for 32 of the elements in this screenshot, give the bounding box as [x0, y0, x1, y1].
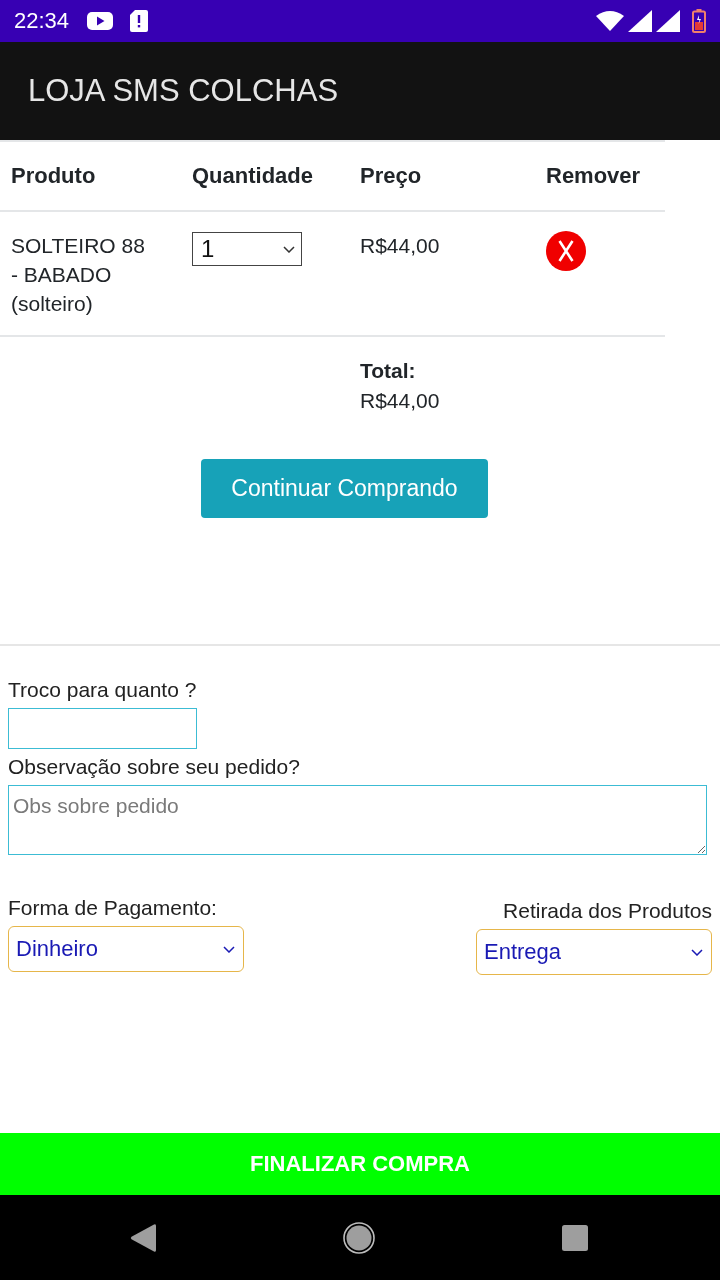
chevron-down-icon: [283, 245, 295, 253]
column-header: Produto: [10, 163, 97, 189]
price-text: R$44,00: [359, 233, 441, 259]
pickup-label: Retirada dos Produtos: [503, 898, 712, 924]
battery-icon: [692, 9, 706, 33]
wifi-icon: [596, 11, 624, 31]
change-label: Troco para quanto ?: [8, 677, 198, 703]
total-label: Total:: [360, 358, 417, 384]
chevron-down-icon: [223, 945, 235, 953]
back-icon[interactable]: [130, 1222, 156, 1253]
recents-icon[interactable]: [562, 1224, 588, 1251]
play-icon: [87, 12, 114, 30]
notes-label: Observação sobre seu pedido?: [8, 754, 301, 780]
signal-icon: [656, 10, 680, 32]
app-title: LOJA SMS COLCHAS: [28, 73, 339, 109]
pickup-select[interactable]: Entrega: [476, 929, 712, 975]
chevron-down-icon: [691, 948, 703, 956]
column-header: Quantidade: [191, 163, 314, 189]
notes-textarea[interactable]: Obs sobre pedido: [8, 785, 707, 855]
change-input-field[interactable]: [8, 708, 197, 749]
sim-alert-icon: [130, 10, 149, 32]
quantity-select[interactable]: 1: [192, 232, 302, 266]
payment-select[interactable]: Dinheiro: [8, 926, 244, 972]
home-icon[interactable]: [343, 1221, 375, 1254]
product-name: SOLTEIRO 88 - BABADO (solteiro): [10, 233, 146, 317]
column-header: Remover: [545, 163, 642, 189]
total-value: R$44,00: [360, 388, 441, 414]
payment-label: Forma de Pagamento:: [8, 895, 218, 921]
status-time: 22:34: [14, 8, 70, 34]
signal-icon: [628, 10, 652, 32]
remove-icon[interactable]: [546, 231, 586, 271]
column-header: Preço: [359, 163, 423, 189]
